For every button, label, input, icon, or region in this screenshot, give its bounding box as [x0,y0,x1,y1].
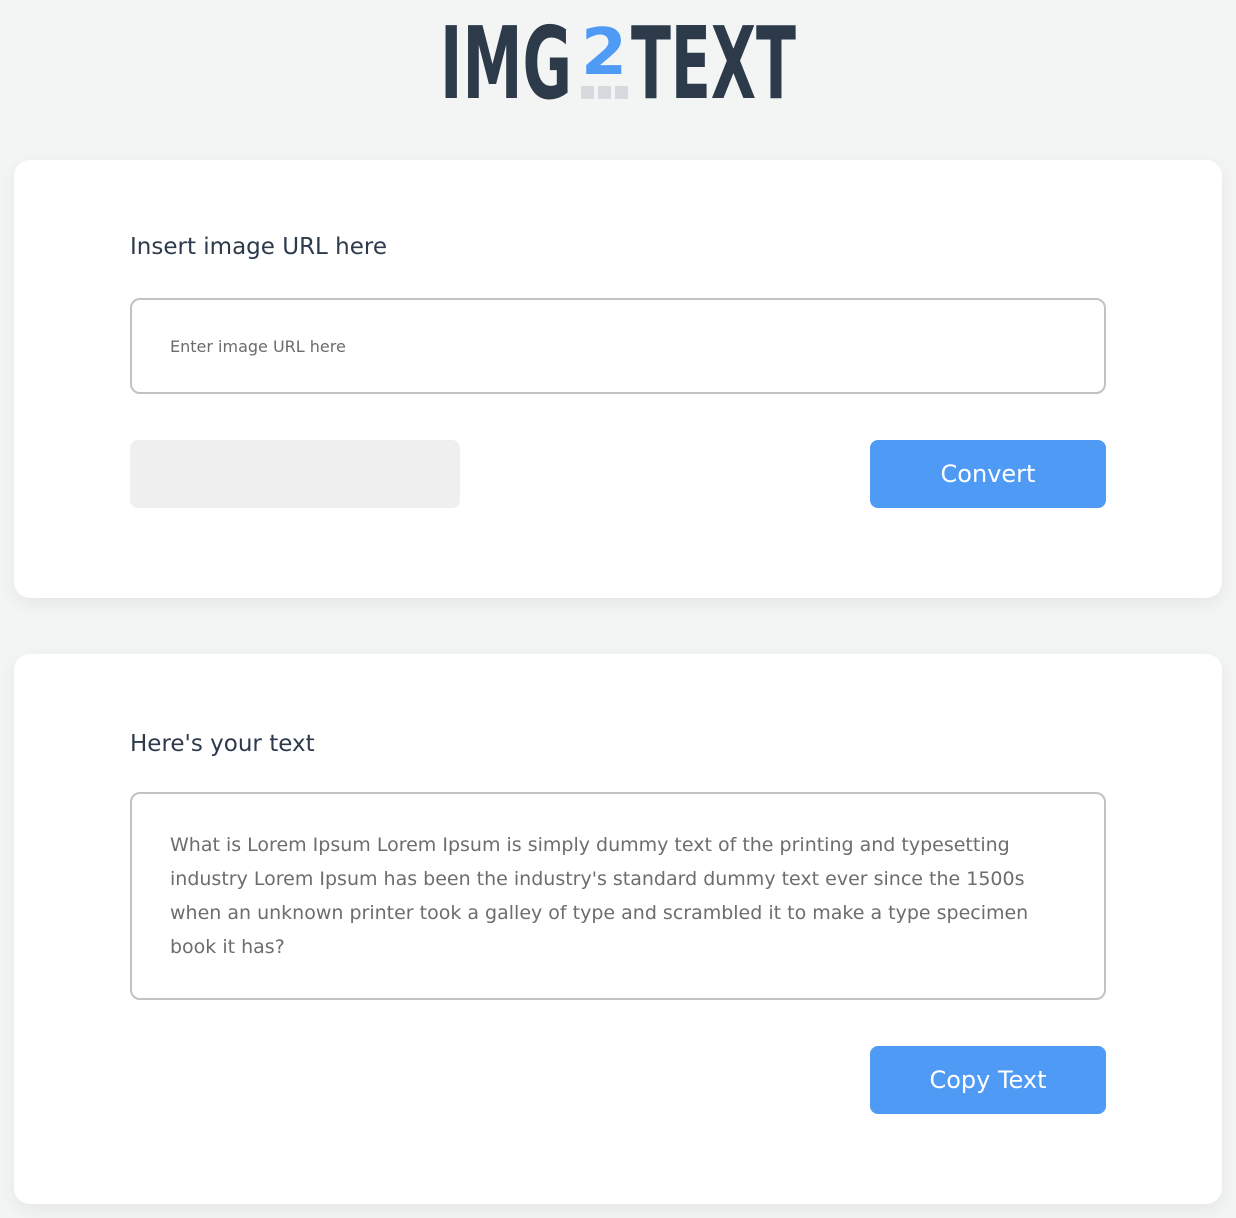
logo-text-img: IMG [440,16,572,100]
converter-title: Insert image URL here [130,234,387,260]
converter-card: Insert image URL here Convert [14,160,1222,598]
logo-text-text: TEXT [631,16,796,100]
result-card: Here's your text What is Lorem Ipsum Lor… [14,654,1222,1204]
file-upload-placeholder[interactable] [130,440,460,508]
logo-dot [598,86,611,99]
convert-button[interactable]: Convert [870,440,1106,508]
logo-dot [581,86,594,99]
copy-text-button[interactable]: Copy Text [870,1046,1106,1114]
logo-text-two: 2 [581,16,627,90]
result-title: Here's your text [130,731,315,757]
logo-dot [615,86,628,99]
img2text-logo: IMG 2 TEXT [440,16,796,100]
extracted-text-box[interactable]: What is Lorem Ipsum Lorem Ipsum is simpl… [130,792,1106,1000]
image-url-input[interactable] [130,298,1106,394]
